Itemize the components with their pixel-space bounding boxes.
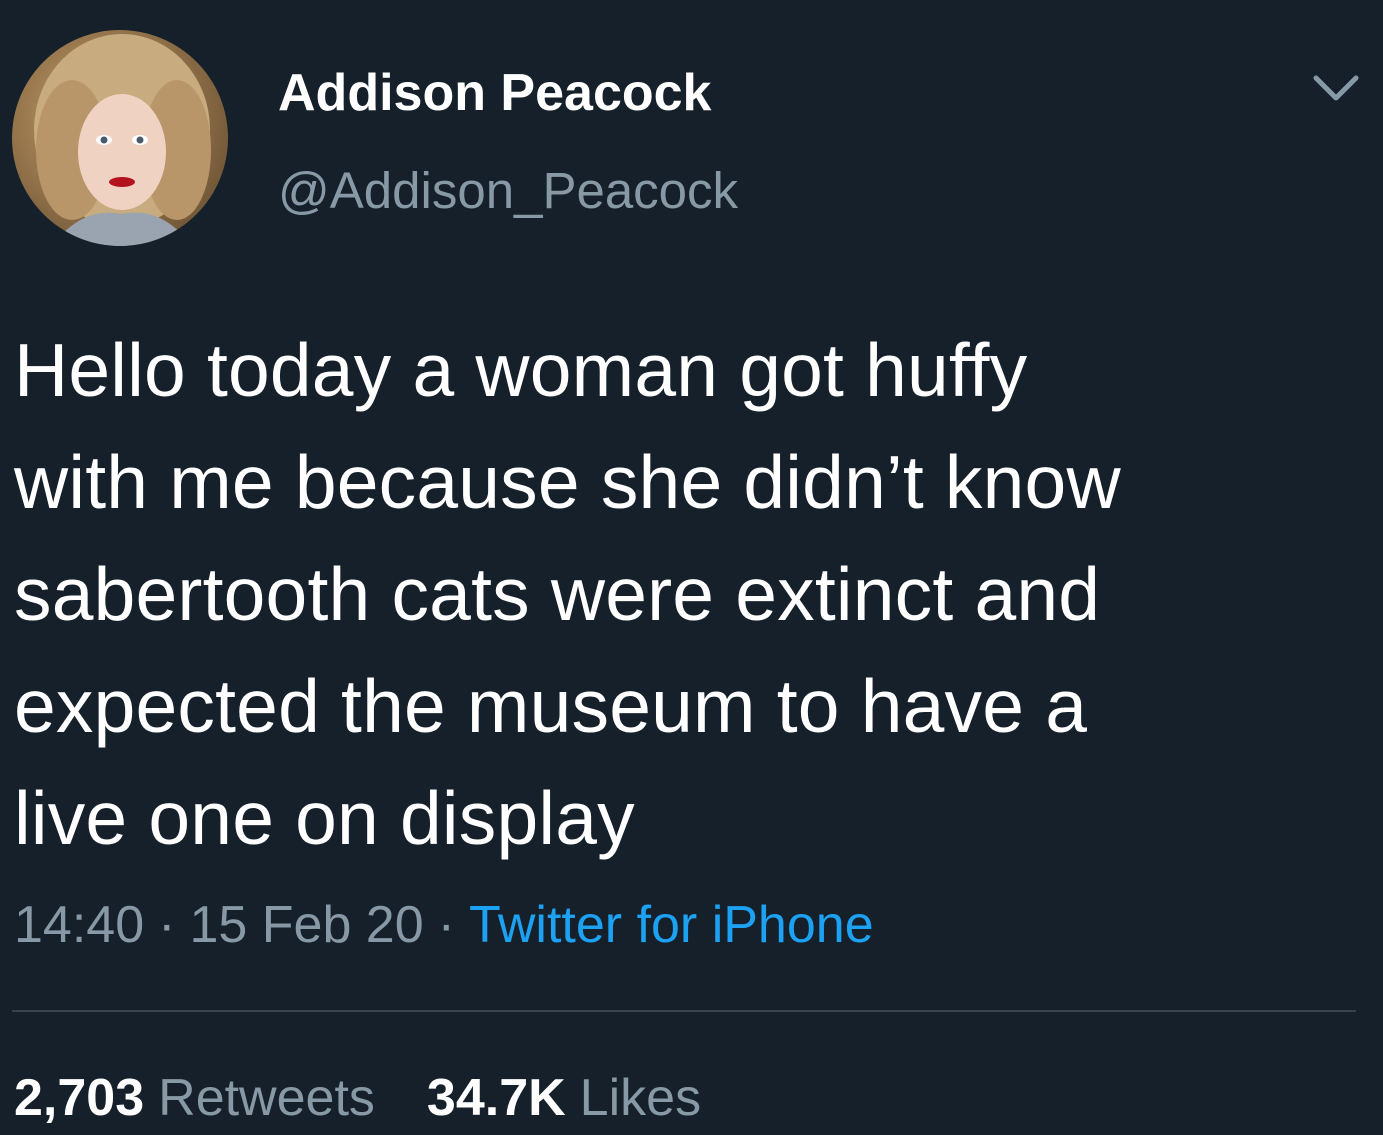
tweet-text-line: expected the museum to have a xyxy=(14,664,1088,748)
tweet-text-line: Hello today a woman got huffy xyxy=(14,328,1028,412)
tweet-text-line: live one on display xyxy=(14,776,635,860)
tweet-source-link[interactable]: Twitter for iPhone xyxy=(469,896,874,954)
retweets-stat[interactable]: 2,703 Retweets xyxy=(14,1069,375,1127)
tweet-stats: 2,703 Retweets 34.7K Likes xyxy=(14,1065,701,1131)
user-handle[interactable]: @Addison_Peacock xyxy=(278,160,738,222)
likes-count: 34.7K xyxy=(426,1069,566,1127)
tweet-time[interactable]: 14:40 xyxy=(14,896,144,954)
avatar[interactable] xyxy=(12,30,228,246)
tweet-detail: Addison Peacock @Addison_Peacock Hello t… xyxy=(0,0,1383,1135)
display-name[interactable]: Addison Peacock xyxy=(278,62,711,124)
retweets-count: 2,703 xyxy=(14,1069,145,1127)
divider xyxy=(12,1010,1356,1012)
avatar-photo xyxy=(12,30,228,246)
tweet-meta: 14:40 · 15 Feb 20 · Twitter for iPhone xyxy=(14,892,874,958)
tweet-text-line: with me because she didn’t know xyxy=(14,440,1121,524)
meta-separator: · xyxy=(158,896,176,954)
tweet-text-line: sabertooth cats were extinct and xyxy=(14,552,1101,636)
tweet-text: Hello today a woman got huffy with me be… xyxy=(14,314,1354,874)
tweet-date[interactable]: 15 Feb 20 xyxy=(189,896,423,954)
likes-stat[interactable]: 34.7K Likes xyxy=(427,1069,701,1127)
chevron-down-icon[interactable] xyxy=(1310,72,1362,106)
meta-separator: · xyxy=(437,896,455,954)
retweets-label: Retweets xyxy=(158,1069,375,1127)
likes-label: Likes xyxy=(579,1069,702,1127)
